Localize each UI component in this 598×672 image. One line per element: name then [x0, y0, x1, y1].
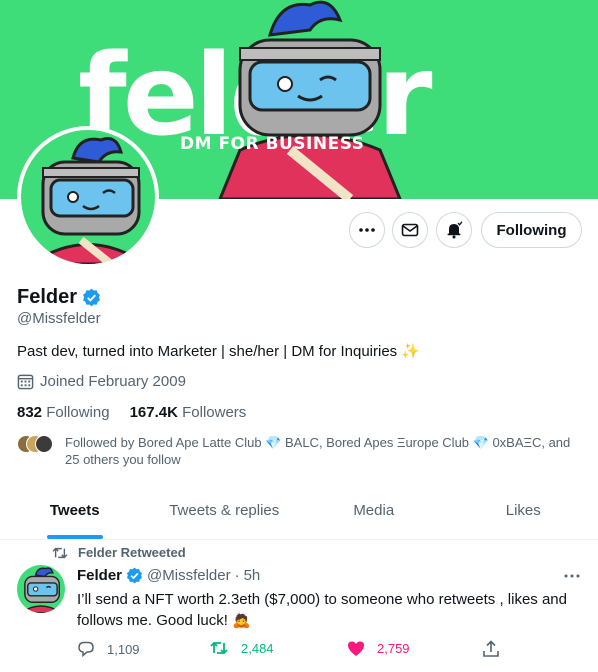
followed-by-avatars [17, 435, 55, 455]
like-button[interactable]: 2,759 [347, 640, 410, 657]
notifications-button[interactable] [436, 212, 472, 248]
verified-badge-icon [83, 288, 100, 307]
tab-tweets-replies[interactable]: Tweets & replies [150, 488, 300, 539]
share-icon [483, 640, 499, 657]
reply-icon [78, 641, 94, 658]
followed-by-text: Followed by Bored Ape Latte Club 💎 BALC,… [65, 435, 571, 467]
share-button[interactable] [482, 640, 500, 658]
followed-by[interactable]: Followed by Bored Ape Latte Club 💎 BALC,… [17, 434, 577, 468]
follow-stats: 832 Following 167.4K Followers [17, 404, 246, 421]
retweet-count: 2,484 [241, 640, 274, 656]
following-count: 832 [17, 404, 43, 421]
tweet-text: I’ll send a NFT worth 2.3eth ($7,000) to… [77, 591, 567, 629]
more-button[interactable] [349, 212, 385, 248]
retweet-icon [52, 547, 68, 558]
following-label: Following [46, 404, 110, 421]
followers-link[interactable]: 167.4K Followers [130, 404, 247, 421]
banner-knight-illustration [218, 0, 402, 199]
retweet-button[interactable]: 2,484 [209, 640, 274, 656]
tab-likes[interactable]: Likes [449, 488, 598, 539]
joined-text: Joined February 2009 [40, 373, 186, 390]
tweet-avatar[interactable] [17, 565, 65, 613]
tweet-actions: 1,109 2,484 2,759 [77, 640, 507, 660]
following-button[interactable]: Following [481, 212, 582, 248]
tweet-more-button[interactable] [564, 566, 580, 584]
reply-button[interactable]: 1,109 [77, 640, 140, 658]
reply-count: 1,109 [107, 641, 140, 657]
message-button[interactable] [392, 212, 428, 248]
profile-tabs: Tweets Tweets & replies Media Likes [0, 488, 598, 540]
profile-handle: @Missfelder [17, 310, 101, 327]
knight-avatar-illustration [19, 567, 63, 613]
tweet-timestamp[interactable]: 5h [244, 567, 261, 584]
banner-tagline: DM FOR BUSINESS [180, 134, 365, 154]
profile-bio: Past dev, turned into Marketer | she/her… [17, 343, 421, 360]
knight-avatar-illustration [28, 137, 148, 264]
more-icon [359, 228, 375, 232]
retweet-context: Felder Retweeted [52, 545, 186, 560]
following-link[interactable]: 832 Following [17, 404, 110, 421]
tab-tweets[interactable]: Tweets [0, 488, 150, 539]
followers-label: Followers [182, 404, 247, 421]
retweet-context-label[interactable]: Felder Retweeted [78, 545, 186, 560]
calendar-icon [17, 374, 34, 390]
tweet-author-handle[interactable]: @Missfelder [147, 567, 231, 584]
verified-badge-icon [127, 567, 142, 584]
tweet-separator: · [234, 567, 240, 584]
profile-name-text: Felder [17, 286, 78, 308]
profile-avatar[interactable] [17, 126, 159, 268]
heart-icon [348, 641, 364, 656]
tweet-header: Felder @Missfelder · 5h [77, 567, 260, 584]
profile-name: Felder [17, 286, 101, 309]
more-icon [564, 574, 580, 578]
like-count: 2,759 [377, 641, 410, 656]
joined-date: Joined February 2009 [17, 373, 186, 390]
followers-count: 167.4K [129, 404, 178, 421]
bell-icon [447, 221, 463, 239]
tab-media[interactable]: Media [299, 488, 449, 539]
mail-icon [401, 223, 419, 237]
retweet-icon [210, 641, 228, 655]
tweet-author-name[interactable]: Felder [77, 567, 122, 584]
